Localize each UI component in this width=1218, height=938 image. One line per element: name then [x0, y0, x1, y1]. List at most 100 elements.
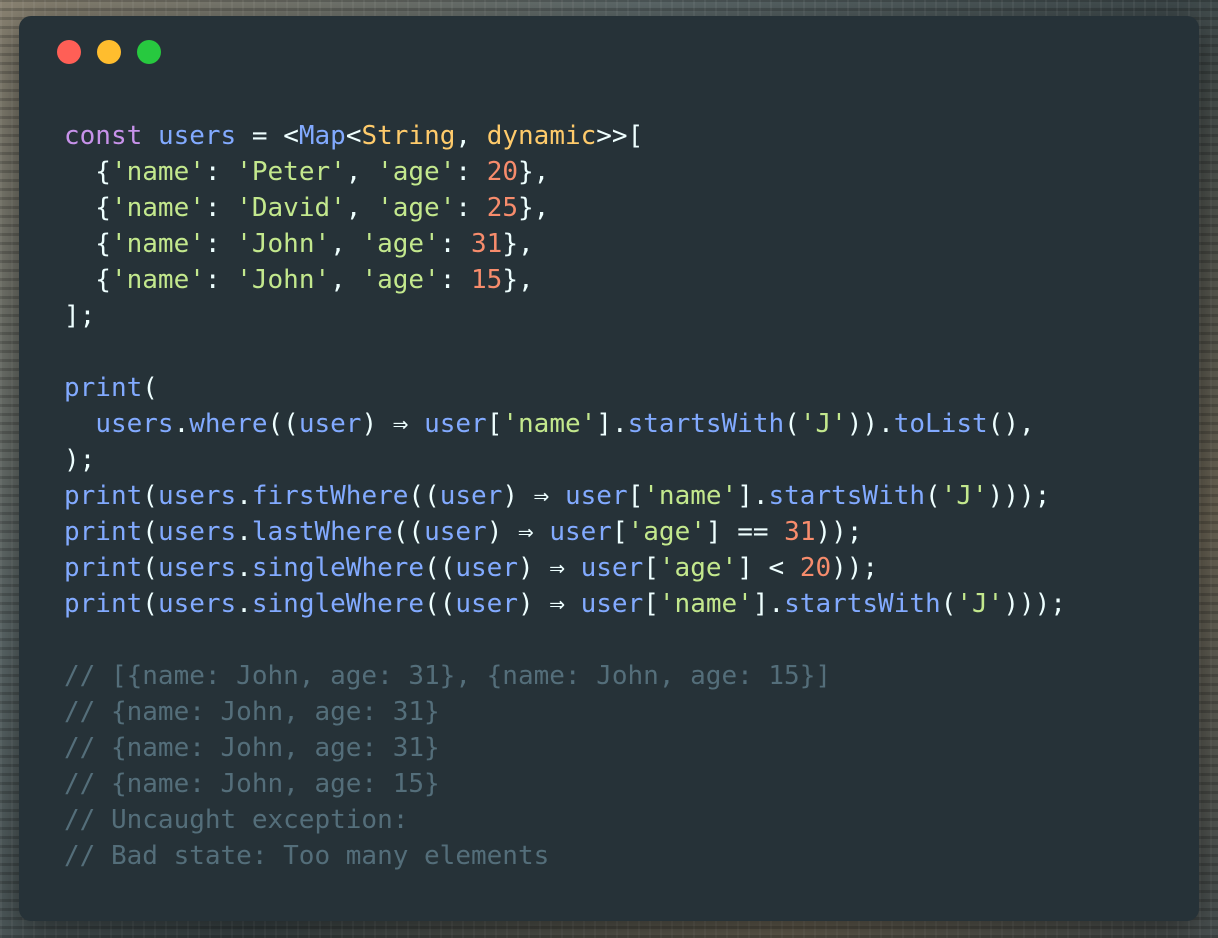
- code-token: ]: [705, 517, 738, 547]
- code-line: );: [64, 442, 1179, 478]
- code-token: [: [643, 553, 659, 583]
- code-token: // Bad state: Too many elements: [64, 841, 550, 871]
- code-token: <: [283, 121, 299, 151]
- code-token: [: [611, 517, 628, 547]
- code-token: lastWhere: [251, 517, 393, 547]
- code-token: ].: [752, 589, 785, 619]
- code-line: const users = <Map<String, dynamic>>[: [64, 118, 1179, 154]
- code-line: // Uncaught exception:: [64, 802, 1179, 838]
- code-token: 'name': [110, 193, 205, 223]
- code-token: 'David': [236, 193, 346, 223]
- code-token: user: [455, 553, 518, 583]
- code-token: ): [361, 409, 393, 439]
- code-line: // [{name: John, age: 31}, {name: John, …: [64, 658, 1179, 694]
- code-line: {'name': 'John', 'age': 31},: [64, 226, 1179, 262]
- code-token: 'name': [643, 481, 738, 511]
- code-token: 15: [471, 265, 503, 295]
- code-token: 'name': [110, 157, 205, 187]
- code-token: toList: [893, 409, 988, 439]
- minimize-window-button[interactable]: [97, 40, 121, 64]
- code-token: ((: [408, 481, 440, 511]
- code-token: =: [236, 121, 284, 151]
- code-token: ,: [455, 121, 487, 151]
- code-token: 'name': [658, 589, 753, 619]
- code-token: ,: [330, 265, 362, 295]
- code-token: ((: [392, 517, 425, 547]
- code-block: const users = <Map<String, dynamic>>[ {'…: [64, 118, 1179, 874]
- code-token: firstWhere: [251, 481, 409, 511]
- code-token: <: [345, 121, 362, 151]
- code-token: :: [204, 265, 237, 295]
- code-token: :: [455, 157, 487, 187]
- code-token: (: [784, 409, 800, 439]
- code-token: )));: [987, 481, 1051, 511]
- code-token: :: [204, 193, 237, 223]
- code-token: ): [486, 517, 519, 547]
- code-token: 'John': [236, 265, 331, 295]
- maximize-window-button[interactable]: [137, 40, 161, 64]
- code-token: ⇒: [549, 589, 565, 619]
- code-token: ,: [345, 157, 378, 187]
- code-line: users.where((user) ⇒ user['name'].starts…: [64, 406, 1179, 442]
- code-token: [: [643, 589, 659, 619]
- close-window-button[interactable]: [57, 40, 81, 64]
- code-token: ((: [424, 589, 456, 619]
- code-token: user: [564, 481, 628, 511]
- code-line: print(users.singleWhere((user) ⇒ user['a…: [64, 550, 1179, 586]
- code-token: ⇒: [533, 481, 550, 511]
- code-token: users: [157, 589, 237, 619]
- code-line: print(users.singleWhere((user) ⇒ user['n…: [64, 586, 1179, 622]
- code-token: ]: [737, 553, 769, 583]
- code-token: singleWhere: [251, 553, 425, 583]
- code-token: // Uncaught exception:: [64, 805, 409, 835]
- code-token: (: [142, 589, 158, 619]
- code-token: :: [439, 265, 472, 295]
- code-token: // {name: John, age: 31}: [64, 733, 440, 763]
- code-token: print: [64, 589, 143, 619]
- code-line: // {name: John, age: 15}: [64, 766, 1179, 802]
- code-token: print: [64, 481, 143, 511]
- code-token: user: [424, 409, 487, 439]
- code-token: String: [361, 121, 456, 151]
- code-line: print(users.firstWhere((user) ⇒ user['na…: [64, 478, 1179, 514]
- code-token: 'age': [361, 229, 440, 259]
- code-line: // Bad state: Too many elements: [64, 838, 1179, 874]
- code-token: )));: [1003, 589, 1066, 619]
- code-token: print: [64, 517, 143, 547]
- code-token: users: [95, 409, 174, 439]
- code-token: },: [502, 265, 534, 295]
- code-token: startsWith: [627, 409, 785, 439]
- code-token: ⇒: [392, 409, 409, 439]
- code-line: ];: [64, 298, 1179, 334]
- code-token: user: [298, 409, 362, 439]
- code-token: startsWith: [784, 589, 941, 619]
- code-token: user: [580, 589, 644, 619]
- code-token: 'age': [377, 157, 456, 187]
- code-token: dynamic: [486, 121, 597, 151]
- code-token: user: [549, 517, 612, 547]
- code-token: (: [925, 481, 941, 511]
- code-token: 'age': [658, 553, 738, 583]
- code-token: .: [236, 589, 252, 619]
- code-token: 'name': [502, 409, 597, 439]
- code-token: 'name': [110, 265, 205, 295]
- code-token: (: [142, 373, 158, 403]
- code-token: 20: [799, 553, 832, 583]
- code-token: (: [940, 589, 957, 619]
- code-token: ));: [831, 553, 879, 583]
- code-token: },: [518, 157, 550, 187]
- code-token: const: [64, 121, 143, 151]
- code-token: :: [204, 157, 237, 187]
- code-line: print(users.lastWhere((user) ⇒ user['age…: [64, 514, 1179, 550]
- code-token: user: [439, 481, 503, 511]
- code-token: Map: [298, 121, 346, 151]
- code-token: .: [236, 517, 252, 547]
- code-token: ];: [64, 301, 96, 331]
- code-token: (: [142, 517, 158, 547]
- code-line: {'name': 'Peter', 'age': 20},: [64, 154, 1179, 190]
